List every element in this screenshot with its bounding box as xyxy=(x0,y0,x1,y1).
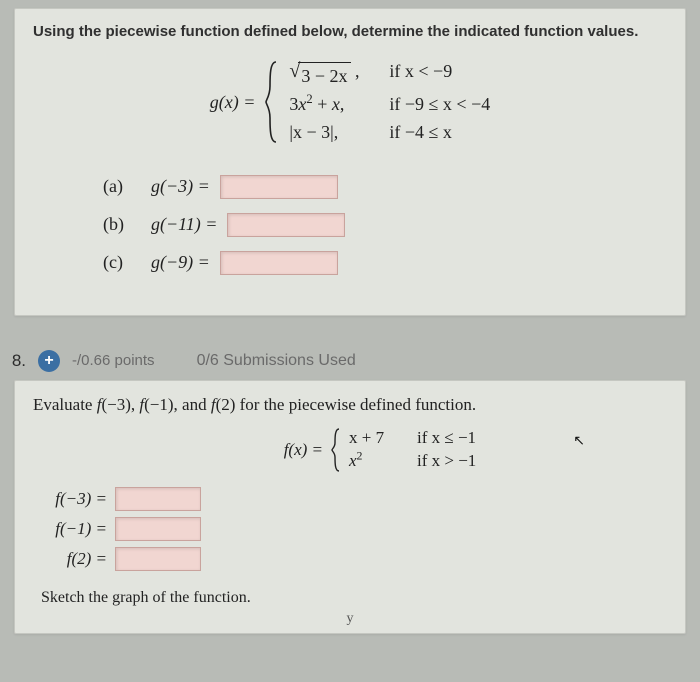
q8-sketch-prompt: Sketch the graph of the function. xyxy=(41,589,667,607)
part-label: (a) xyxy=(103,176,137,197)
q7-part-b: (b) g(−11) = xyxy=(103,213,667,237)
q7-part-a: (a) g(−3) = xyxy=(103,175,667,199)
left-brace-icon xyxy=(331,427,341,473)
q8-case2-cond: if x > −1 xyxy=(417,450,476,473)
expand-icon[interactable]: + xyxy=(38,350,60,372)
q8-func-lhs: f(x) = xyxy=(284,440,323,460)
question-7-panel: Using the piecewise function defined bel… xyxy=(14,8,686,316)
answer-input-a[interactable] xyxy=(220,175,338,199)
q8-part-2: f(−1) = xyxy=(41,517,667,541)
submissions-text: 0/6 Submissions Used xyxy=(197,352,356,370)
part-lhs: f(2) = xyxy=(41,549,107,569)
q7-case1-cond: if x < −9 xyxy=(389,58,452,91)
q7-case2-expr: 3x2 + x, xyxy=(289,91,375,119)
answer-input-f-1[interactable] xyxy=(115,517,201,541)
q8-case2-expr: x2 xyxy=(349,450,399,473)
part-label: (c) xyxy=(103,252,137,273)
q7-func-lhs: g(x) = xyxy=(210,92,256,113)
q7-case3-expr: |x − 3|, xyxy=(289,119,375,147)
q7-function-definition: g(x) = √ 3 − 2x , if x < −9 3x2 + x, xyxy=(33,58,667,147)
q7-case3-cond: if −4 ≤ x xyxy=(389,119,452,147)
q7-prompt: Using the piecewise function defined bel… xyxy=(33,23,667,40)
answer-input-f2[interactable] xyxy=(115,547,201,571)
answer-input-f-3[interactable] xyxy=(115,487,201,511)
answer-input-c[interactable] xyxy=(220,251,338,275)
q8-part-3: f(2) = xyxy=(41,547,667,571)
q8-function-definition: f(x) = x + 7 if x ≤ −1 x2 if x > −1 ↖ xyxy=(93,427,667,473)
cursor-icon: ↖ xyxy=(573,433,585,450)
left-brace-icon xyxy=(265,60,279,144)
y-axis-label: y xyxy=(33,611,667,627)
question-8-panel: Evaluate f(−3), f(−1), and f(2) for the … xyxy=(14,380,686,634)
q8-prompt: Evaluate f(−3), f(−1), and f(2) for the … xyxy=(33,395,667,415)
points-text: -/0.66 points xyxy=(72,352,155,369)
q7-case1-post: , xyxy=(351,61,360,81)
part-label: (b) xyxy=(103,214,137,235)
q7-case2-cond: if −9 ≤ x < −4 xyxy=(389,91,490,119)
sqrt-icon: √ 3 − 2x xyxy=(289,62,350,91)
q7-part-c: (c) g(−9) = xyxy=(103,251,667,275)
part-lhs: f(−3) = xyxy=(41,489,107,509)
question-8-header: 8. + -/0.66 points 0/6 Submissions Used xyxy=(0,350,686,372)
part-eq: g(−9) = xyxy=(151,252,210,273)
q8-case1-expr: x + 7 xyxy=(349,427,399,450)
q7-case1-radicand: 3 − 2x xyxy=(298,62,350,91)
part-eq: g(−3) = xyxy=(151,176,210,197)
part-eq: g(−11) = xyxy=(151,214,217,235)
question-number: 8. xyxy=(0,351,26,371)
q8-part-1: f(−3) = xyxy=(41,487,667,511)
q8-case1-cond: if x ≤ −1 xyxy=(417,427,476,450)
answer-input-b[interactable] xyxy=(227,213,345,237)
part-lhs: f(−1) = xyxy=(41,519,107,539)
